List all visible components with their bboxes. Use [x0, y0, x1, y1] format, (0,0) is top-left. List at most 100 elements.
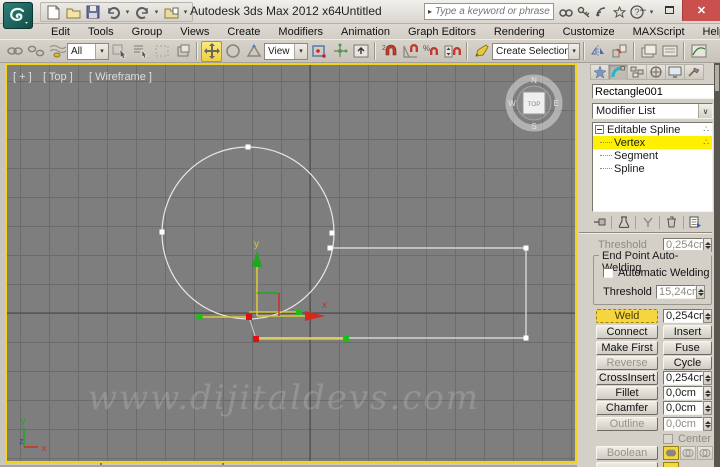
- boolean-subtract-icon[interactable]: [680, 446, 696, 460]
- search-binoculars-icon[interactable]: [558, 5, 573, 20]
- viewport-shading-label[interactable]: [ Wireframe ]: [89, 71, 152, 83]
- mirror-button-clipped[interactable]: [596, 462, 658, 467]
- selected-vertex[interactable]: [253, 336, 259, 342]
- edit-named-selection-sets-icon[interactable]: [471, 41, 492, 62]
- graphite-ribbon-toggle-icon[interactable]: [659, 41, 680, 62]
- tab-motion[interactable]: [647, 64, 666, 80]
- keyboard-shortcut-override-icon[interactable]: [350, 41, 371, 62]
- bind-to-space-warp-icon[interactable]: [46, 41, 67, 62]
- crossinsert-value[interactable]: 0,254cm: [663, 371, 708, 385]
- connect-button[interactable]: Connect: [596, 325, 658, 339]
- viewport-menu-label[interactable]: [ + ]: [13, 71, 32, 83]
- bezier-handle-box[interactable]: [296, 309, 302, 315]
- vertex[interactable]: [245, 144, 251, 150]
- show-end-result-icon[interactable]: [614, 215, 633, 230]
- menu-edit[interactable]: Edit: [42, 26, 79, 38]
- menu-tools[interactable]: Tools: [79, 26, 123, 38]
- undo-icon[interactable]: [104, 4, 122, 21]
- subscription-center-key-icon[interactable]: [576, 5, 591, 20]
- stack-row-segment[interactable]: Segment: [593, 149, 712, 162]
- weld-value[interactable]: 0,254cm: [663, 309, 708, 323]
- use-pivot-point-center-icon[interactable]: [308, 41, 329, 62]
- mirror-icon[interactable]: [588, 41, 609, 62]
- viewcube[interactable]: TOP N E S W: [505, 74, 563, 132]
- viewport-view-label[interactable]: [ Top ]: [43, 71, 73, 83]
- layer-manager-icon[interactable]: [638, 41, 659, 62]
- bezier-handle-box[interactable]: [343, 336, 349, 342]
- configure-modifier-sets-icon[interactable]: [686, 215, 705, 230]
- percent-snap-icon[interactable]: %: [421, 41, 442, 62]
- favorites-star-icon[interactable]: [612, 5, 627, 20]
- boolean-intersect-icon[interactable]: [697, 446, 713, 460]
- vertex[interactable]: [159, 229, 165, 235]
- boolean-union-icon[interactable]: [663, 446, 679, 460]
- open-file-icon[interactable]: [64, 4, 82, 21]
- remove-modifier-icon[interactable]: [662, 215, 681, 230]
- minimize-button[interactable]: –: [630, 0, 656, 20]
- menu-maxscript[interactable]: MAXScript: [624, 26, 694, 38]
- weld-spinner-arrows[interactable]: [703, 309, 712, 323]
- select-and-move-icon[interactable]: [201, 40, 222, 62]
- stack-row-vertex[interactable]: Vertex ∴: [593, 136, 712, 149]
- selection-filter-dropdown[interactable]: All ▾: [67, 42, 109, 60]
- vertex[interactable]: [523, 245, 529, 251]
- named-selection-sets-dropdown[interactable]: Create Selection Se ▾: [492, 42, 580, 60]
- tab-display[interactable]: [666, 64, 685, 80]
- select-object-icon[interactable]: [109, 41, 130, 62]
- chamfer-value[interactable]: 0,0cm: [663, 401, 703, 415]
- select-and-link-icon[interactable]: [4, 41, 25, 62]
- search-flyout-icon[interactable]: ▸: [425, 7, 435, 16]
- insert-button[interactable]: Insert: [663, 325, 712, 339]
- menu-rendering[interactable]: Rendering: [485, 26, 554, 38]
- bezier-handle-box[interactable]: [196, 314, 203, 320]
- select-and-rotate-icon[interactable]: [222, 41, 243, 62]
- select-and-scale-icon[interactable]: [243, 41, 264, 62]
- menu-modifiers[interactable]: Modifiers: [269, 26, 332, 38]
- vertex[interactable]: [523, 335, 529, 341]
- align-icon[interactable]: [609, 41, 630, 62]
- select-by-name-icon[interactable]: [130, 41, 151, 62]
- outline-value[interactable]: 0,0cm: [663, 417, 703, 431]
- viewcube-west[interactable]: W: [508, 99, 516, 108]
- maximize-button[interactable]: [656, 0, 682, 20]
- chamfer-spinner-arrows[interactable]: [703, 401, 712, 415]
- rectangular-selection-region-icon[interactable]: [151, 41, 172, 62]
- fillet-button[interactable]: Fillet: [596, 386, 658, 400]
- save-file-icon[interactable]: [84, 4, 102, 21]
- make-unique-icon[interactable]: [638, 215, 657, 230]
- fuse-button[interactable]: Fuse: [663, 341, 712, 355]
- tab-create[interactable]: [590, 64, 609, 80]
- stack-row-spline[interactable]: Spline: [593, 162, 712, 175]
- application-menu-button[interactable]: [3, 2, 33, 29]
- fillet-spinner-arrows[interactable]: [703, 386, 712, 400]
- outline-spinner-arrows[interactable]: [703, 417, 712, 431]
- autoweld-spinner-arrows[interactable]: [696, 285, 705, 299]
- stack-row-editable-spline[interactable]: Editable Spline ∴: [593, 123, 712, 136]
- pin-stack-icon[interactable]: [590, 215, 609, 230]
- menu-customize[interactable]: Customize: [554, 26, 624, 38]
- modifier-list-dropdown[interactable]: Modifier List ∨: [592, 103, 713, 119]
- spline-rectangle[interactable]: [256, 247, 527, 339]
- viewcube-south[interactable]: S: [531, 122, 536, 131]
- cycle-button[interactable]: Cycle: [663, 356, 712, 370]
- menu-graph-editors[interactable]: Graph Editors: [399, 26, 485, 38]
- spline-circle[interactable]: [161, 146, 335, 320]
- viewport-top[interactable]: y x [ + ] [ Top ] [ Wireframe ] TOP N E …: [5, 63, 577, 463]
- weld-button[interactable]: Weld: [596, 309, 658, 323]
- autoweld-threshold-value[interactable]: 15,24cm: [656, 285, 701, 299]
- menu-animation[interactable]: Animation: [332, 26, 399, 38]
- undo-dropdown-caret[interactable]: ▾: [124, 8, 131, 16]
- redo-icon[interactable]: [133, 4, 151, 21]
- communication-center-icon[interactable]: [594, 5, 609, 20]
- boolean-button[interactable]: Boolean: [596, 446, 658, 460]
- vertex[interactable]: [329, 230, 335, 236]
- spinner-snap-icon[interactable]: [442, 41, 463, 62]
- menu-views[interactable]: Views: [171, 26, 218, 38]
- crossinsert-spinner-arrows[interactable]: [703, 371, 712, 385]
- center-checkbox[interactable]: [663, 434, 673, 444]
- angle-snap-icon[interactable]: [400, 41, 421, 62]
- menu-help[interactable]: Help: [694, 26, 720, 38]
- chamfer-button[interactable]: Chamfer: [596, 401, 658, 415]
- toolbar-options-caret[interactable]: ▾: [182, 8, 189, 16]
- menu-group[interactable]: Group: [123, 26, 172, 38]
